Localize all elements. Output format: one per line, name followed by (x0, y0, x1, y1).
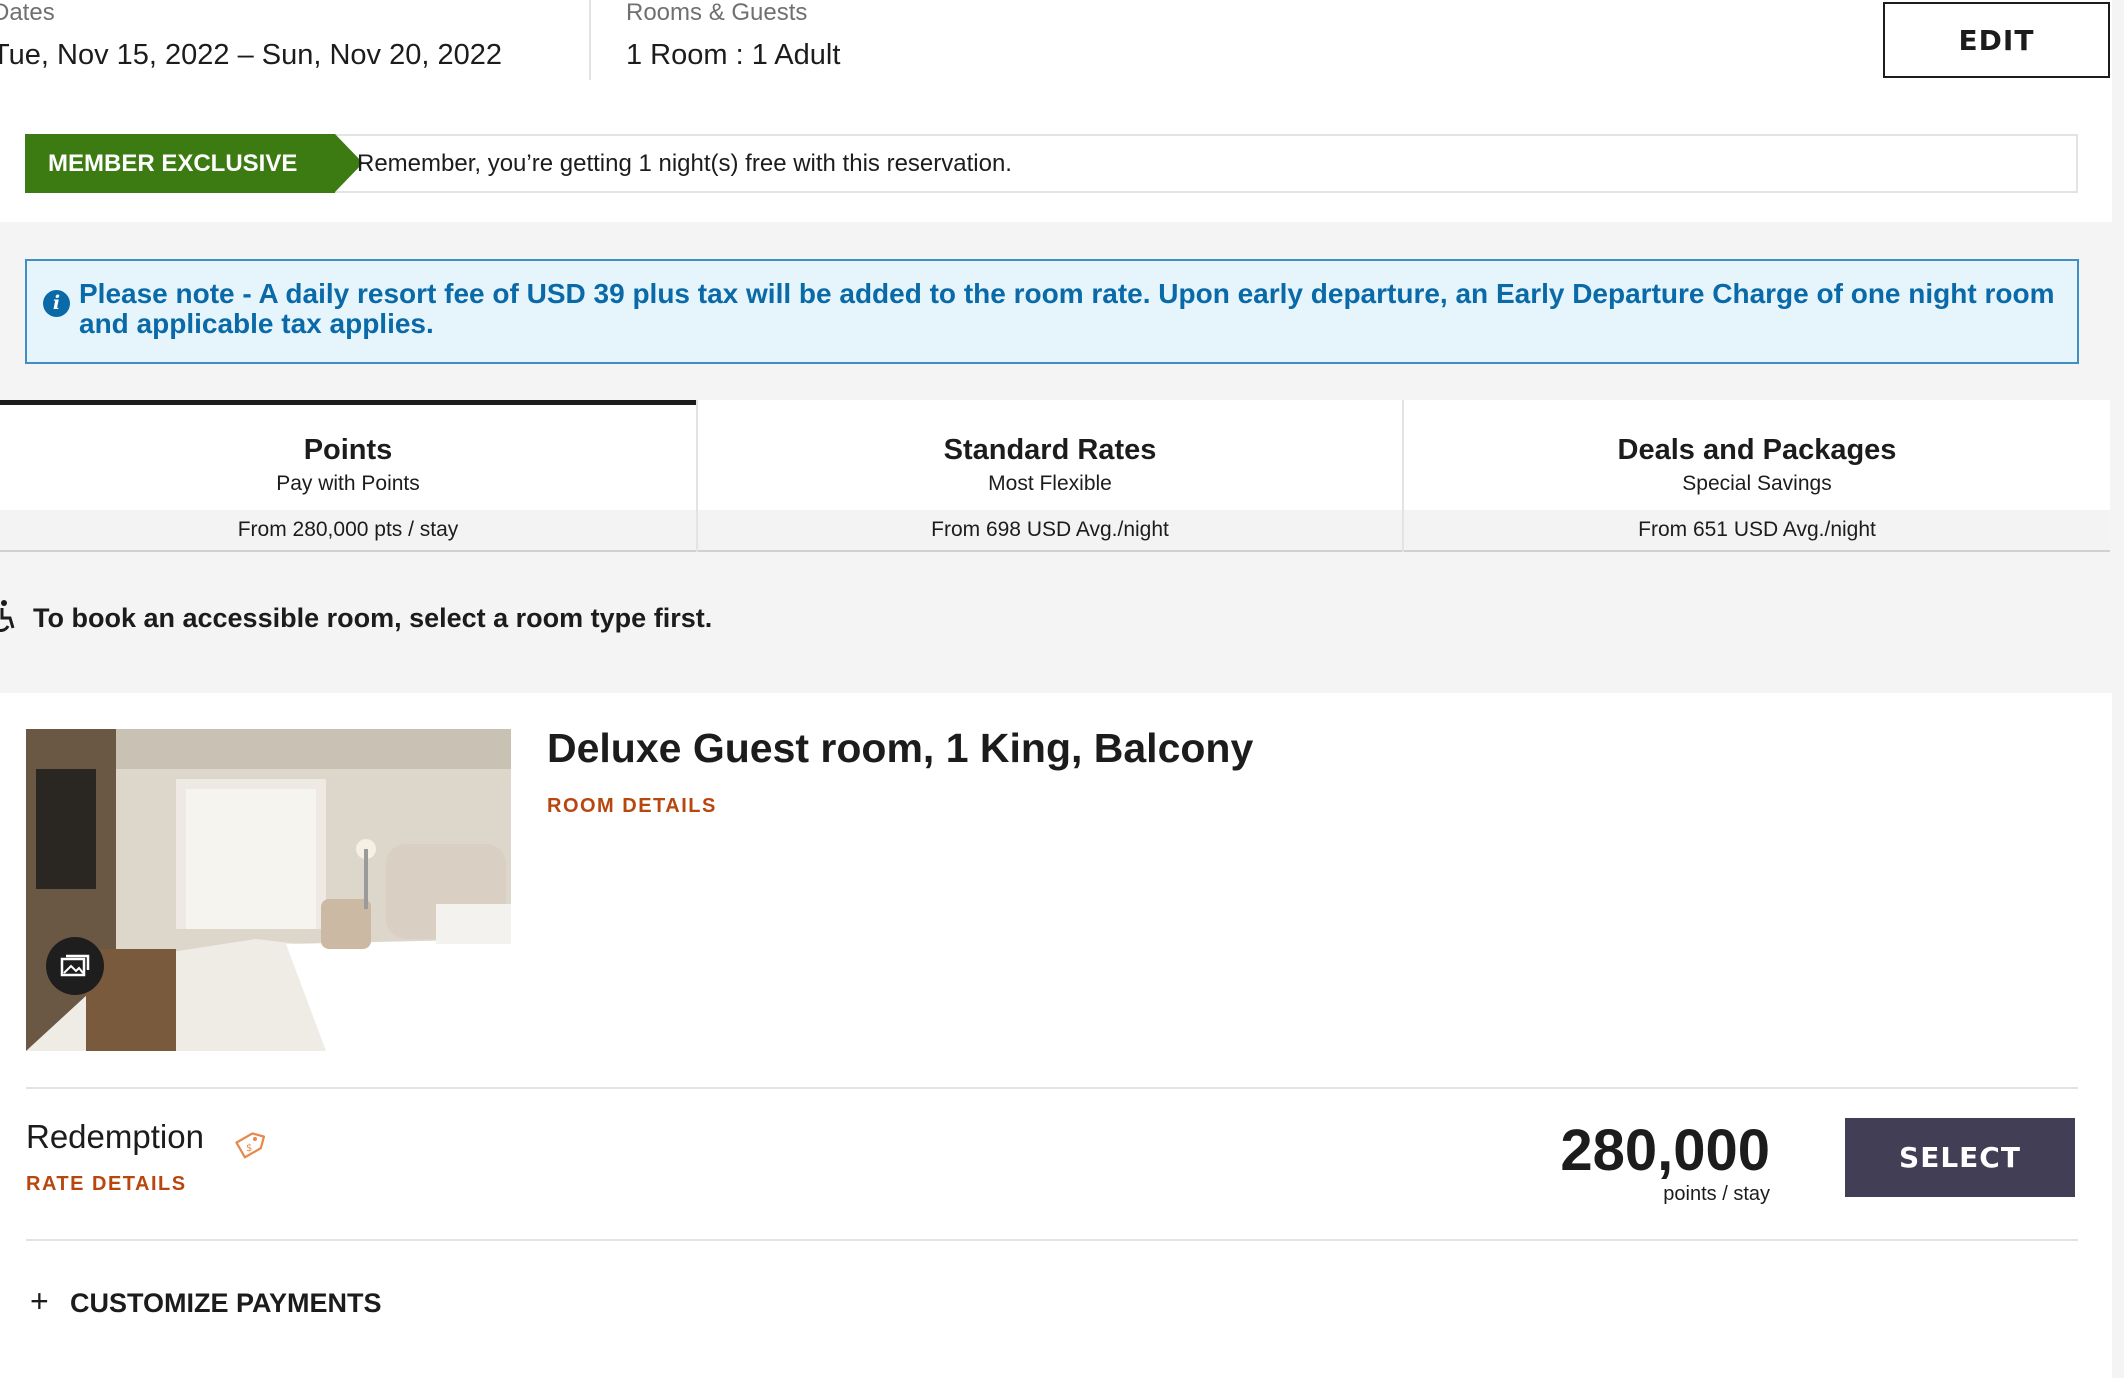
tab-price: From 280,000 pts / stay (0, 510, 696, 550)
tab-subtitle: Most Flexible (988, 472, 1112, 495)
resort-fee-note-text: Please note - A daily resort fee of USD … (79, 278, 2055, 339)
tab-title: Points (303, 434, 393, 466)
rooms-guests-block[interactable]: Rooms & Guests 1 Room : 1 Adult (626, 0, 840, 72)
tab-standard-rates[interactable]: Standard Rates Most Flexible From 698 US… (698, 400, 1402, 552)
customize-payments-label: CUSTOMIZE PAYMENTS (70, 1288, 382, 1318)
room-details-link[interactable]: ROOM DETAILS (547, 795, 717, 818)
resort-fee-note: i Please note - A daily resort fee of US… (25, 259, 2079, 364)
gallery-icon[interactable] (46, 937, 104, 995)
tab-price: From 698 USD Avg./night (698, 510, 1402, 550)
svg-text:$: $ (246, 1143, 252, 1154)
room-title: Deluxe Guest room, 1 King, Balcony (547, 725, 1254, 771)
select-button[interactable]: SELECT (1845, 1118, 2075, 1197)
rate-details-link[interactable]: RATE DETAILS (26, 1173, 187, 1196)
dates-label: Dates (0, 0, 55, 26)
points-amount: 280,000 (1560, 1118, 1770, 1183)
room-card: Deluxe Guest room, 1 King, Balcony ROOM … (0, 693, 2112, 1378)
edit-button[interactable]: EDIT (1883, 2, 2110, 78)
member-exclusive-text: Remember, you’re getting 1 night(s) free… (357, 150, 1012, 177)
member-exclusive-banner: MEMBER EXCLUSIVE Remember, you’re gettin… (25, 134, 2078, 193)
tab-points[interactable]: Points Pay with Points From 280,000 pts … (0, 400, 696, 552)
dates-value: Tue, Nov 15, 2022 – Sun, Nov 20, 2022 (0, 39, 502, 71)
room-photo[interactable] (26, 729, 511, 1051)
tab-subtitle: Special Savings (1682, 472, 1832, 495)
tab-subtitle: Pay with Points (276, 472, 420, 495)
member-exclusive-tag: MEMBER EXCLUSIVE (25, 134, 363, 193)
room-photo-illustration (26, 729, 511, 1051)
tab-title: Standard Rates (943, 434, 1157, 466)
header-divider (589, 0, 591, 80)
rooms-guests-label: Rooms & Guests (626, 0, 808, 26)
info-icon: i (43, 290, 70, 317)
wheelchair-icon (0, 600, 15, 632)
card-divider (26, 1239, 2078, 1241)
points-unit: points / stay (1663, 1183, 1770, 1205)
dates-block[interactable]: Dates Tue, Nov 15, 2022 – Sun, Nov 20, 2… (0, 0, 502, 72)
customize-payments-toggle[interactable]: + CUSTOMIZE PAYMENTS (30, 1283, 382, 1320)
card-divider (26, 1087, 2078, 1089)
tab-deals-packages[interactable]: Deals and Packages Special Savings From … (1404, 400, 2110, 552)
tab-price: From 651 USD Avg./night (1404, 510, 2110, 550)
tab-title: Deals and Packages (1617, 434, 1897, 466)
rate-tabs: Points Pay with Points From 280,000 pts … (0, 400, 2110, 552)
price-tag-icon: $ (235, 1132, 266, 1159)
rooms-guests-value: 1 Room : 1 Adult (626, 39, 841, 71)
accessible-room-text: To book an accessible room, select a roo… (33, 603, 713, 633)
search-summary-header: Dates Tue, Nov 15, 2022 – Sun, Nov 20, 2… (0, 0, 2112, 106)
plus-icon: + (30, 1283, 49, 1319)
rate-name: Redemption (26, 1118, 204, 1155)
